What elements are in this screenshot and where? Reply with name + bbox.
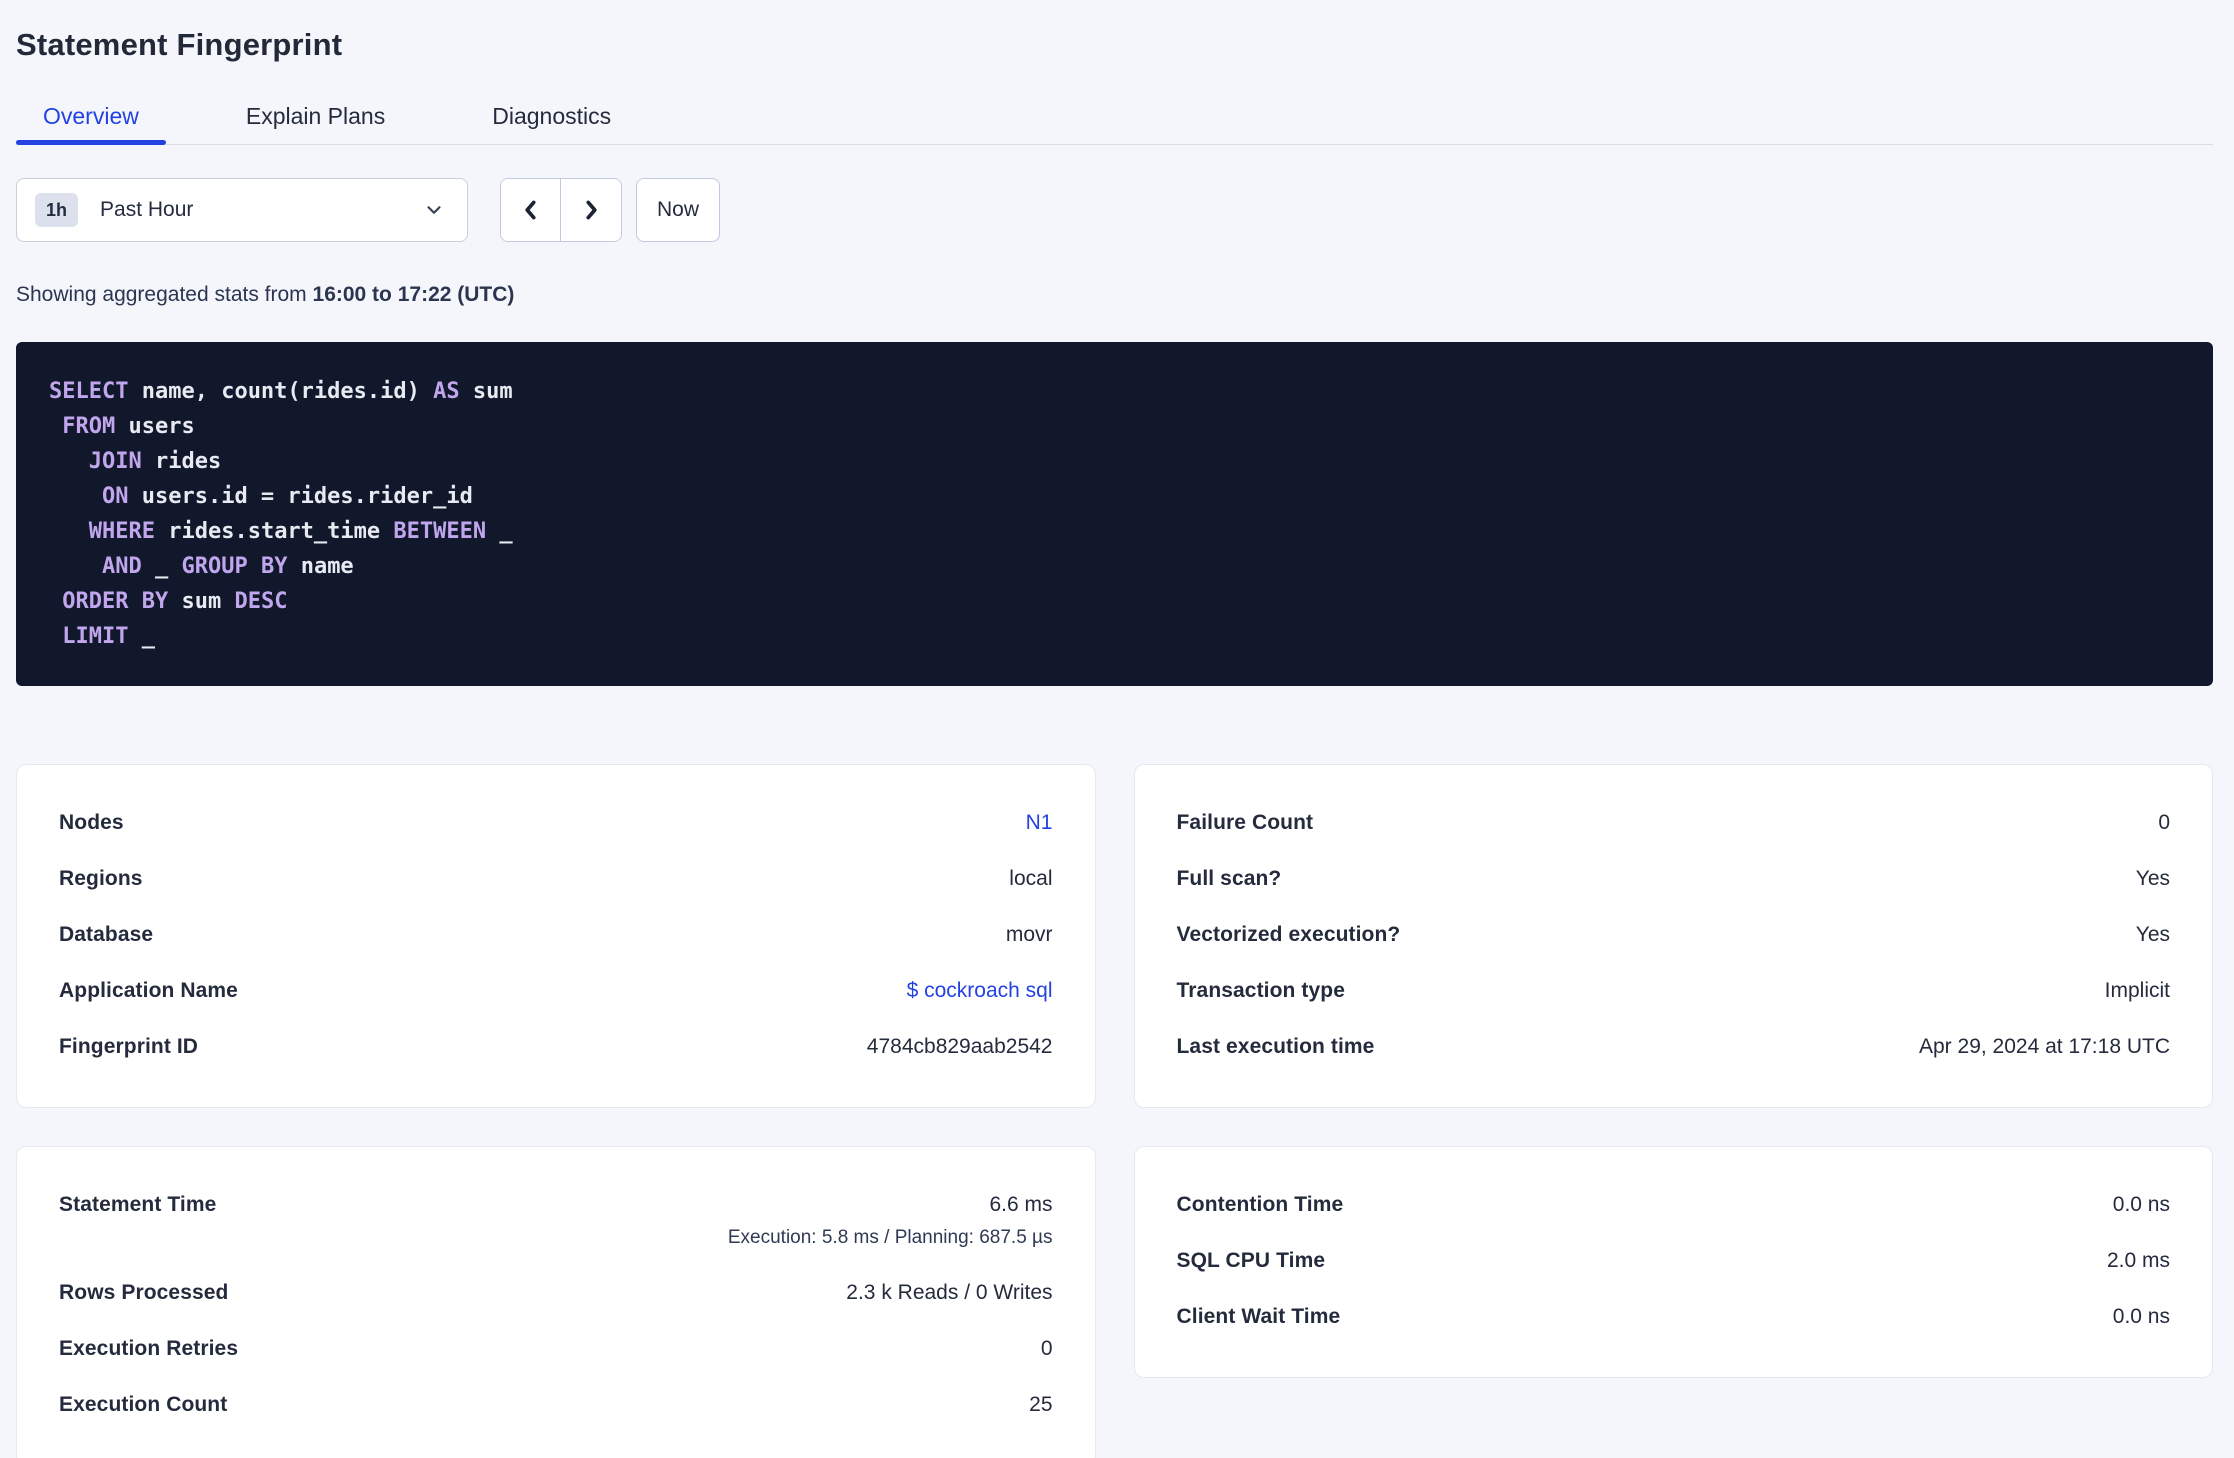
stat-row: Vectorized execution? Yes: [1177, 923, 2171, 947]
stat-value: 25: [1029, 1393, 1053, 1416]
tab-diagnostics[interactable]: Diagnostics: [465, 103, 638, 144]
stat-value: 4784cb829aab2542: [866, 1035, 1053, 1058]
tab-explain-plans-label: Explain Plans: [245, 103, 386, 129]
wait-time-card: Contention Time 0.0 ns SQL CPU Time 2.0 ms C…: [1133, 1146, 2213, 1378]
chevron-down-icon: [423, 199, 445, 221]
stat-value: 0.0 ns: [2112, 1193, 2170, 1216]
stats-cards: Nodes N1 Regions local Database movr Applicati…: [16, 764, 2213, 1458]
sql-line: AND _ GROUP BY name: [101, 554, 354, 579]
stat-label: Failure Count: [1176, 811, 1314, 834]
stat-label: Client Wait Time: [1176, 1305, 1341, 1328]
stat-value: 2.0 ms: [2106, 1249, 2170, 1272]
sql-line: ON users.id = rides.rider_id: [101, 484, 473, 509]
stat-row: Execution Retries 0: [59, 1337, 1053, 1361]
stat-row: Database movr: [59, 923, 1053, 947]
stat-value: 2.3 k Reads / 0 Writes: [846, 1281, 1053, 1304]
stat-value: Apr 29, 2024 at 17:18 UTC: [1919, 1035, 2170, 1058]
now-button[interactable]: Now: [636, 178, 720, 242]
stat-value: Yes: [2135, 867, 2170, 890]
tab-overview[interactable]: Overview: [16, 103, 166, 145]
prev-time-button[interactable]: [501, 179, 561, 241]
aggregated-stats-line: Showing aggregated stats from 16:00 to 1…: [16, 282, 2213, 308]
stat-value: movr: [1005, 923, 1053, 946]
stat-label: Execution Count: [59, 1393, 228, 1416]
stat-label: Statement Time: [59, 1193, 217, 1216]
execution-attributes-card: Failure Count 0 Full scan? Yes Vectorized ex…: [1133, 764, 2213, 1108]
tab-diagnostics-label: Diagnostics: [492, 103, 612, 129]
tab-explain-plans[interactable]: Explain Plans: [219, 103, 412, 144]
aggregated-stats-prefix: Showing aggregated stats from: [16, 283, 313, 306]
stat-label: Execution Retries: [59, 1337, 239, 1360]
stat-label: Vectorized execution?: [1176, 923, 1401, 946]
stat-label: Transaction type: [1176, 979, 1345, 1002]
tab-overview-label: Overview: [43, 103, 139, 129]
chevron-left-icon: [518, 197, 544, 223]
stat-row: SQL CPU Time 2.0 ms: [1177, 1249, 2171, 1273]
stat-row: Client Wait Time 0.0 ns: [1177, 1305, 2171, 1329]
stat-row: Contention Time 0.0 ns: [1177, 1193, 2171, 1217]
stat-subvalue: Execution: 5.8 ms / Planning: 687.5 µs: [727, 1227, 1053, 1248]
stat-row: Rows Processed 2.3 k Reads / 0 Writes: [59, 1281, 1053, 1305]
stat-value: 0.0 ns: [2112, 1305, 2170, 1328]
stat-value: 6.6 ms: [989, 1193, 1053, 1216]
time-range-dropdown[interactable]: 1h Past Hour: [16, 178, 468, 242]
sql-statement-box: SELECT name, count(rides.id) AS sum FROM…: [16, 342, 2213, 686]
stat-row: Failure Count 0: [1177, 811, 2171, 835]
stat-value: Implicit: [2104, 979, 2170, 1002]
stat-label: SQL CPU Time: [1176, 1249, 1326, 1272]
stat-label: Last execution time: [1176, 1035, 1375, 1058]
stat-label: Regions: [59, 867, 143, 890]
stat-row: Nodes N1: [59, 811, 1053, 835]
sql-line: WHERE rides.start_time BETWEEN _: [88, 519, 513, 544]
page-title: Statement Fingerprint: [16, 27, 343, 62]
stat-value: 0: [2158, 811, 2170, 834]
time-pager: [500, 178, 622, 242]
sql-line: ORDER BY sum DESC: [62, 589, 288, 614]
stat-row: Statement Time 6.6 ms Execution: 5.8 ms / …: [59, 1193, 1053, 1249]
stat-label: Database: [59, 923, 154, 946]
stat-row: Execution Count 25: [59, 1393, 1053, 1417]
stat-row: Last execution time Apr 29, 2024 at 17:18…: [1177, 1035, 2171, 1059]
stat-value: local: [1009, 867, 1053, 890]
sql-line: JOIN rides: [88, 449, 222, 474]
stat-label: Rows Processed: [59, 1281, 229, 1304]
stat-value-link[interactable]: $ cockroach sql: [907, 979, 1053, 1003]
time-range-badge: 1h: [35, 193, 79, 227]
chevron-right-icon: [578, 197, 604, 223]
stat-label: Nodes: [59, 811, 124, 834]
stat-row: Full scan? Yes: [1177, 867, 2171, 891]
sql-line: LIMIT _: [62, 624, 155, 649]
stat-value: Yes: [2135, 923, 2170, 946]
tab-bar: Overview Explain Plans Diagnostics: [16, 103, 2213, 145]
stat-value-link[interactable]: N1: [1026, 811, 1053, 835]
sql-line: SELECT name, count(rides.id) AS sum: [49, 379, 513, 404]
time-range-label: Past Hour: [100, 198, 194, 221]
statement-fingerprint-page: Statement Fingerprint Overview Explain P…: [0, 0, 2234, 1458]
aggregated-stats-range: 16:00 to 17:22 (UTC): [312, 283, 515, 306]
stat-row: Regions local: [59, 867, 1053, 891]
stat-label: Full scan?: [1176, 867, 1282, 890]
stat-value: 0: [1040, 1337, 1053, 1360]
timing-stats-card: Statement Time 6.6 ms Execution: 5.8 ms / …: [16, 1146, 1096, 1458]
statement-details-card: Nodes N1 Regions local Database movr Applicati…: [16, 764, 1096, 1108]
next-time-button[interactable]: [561, 179, 621, 241]
stat-row: Application Name $ cockroach sql: [59, 979, 1053, 1003]
stat-row: Fingerprint ID 4784cb829aab2542: [59, 1035, 1053, 1059]
sql-line: FROM users: [62, 414, 195, 439]
stat-row: Transaction type Implicit: [1177, 979, 2171, 1003]
time-controls: 1h Past Hour Now: [16, 178, 2213, 242]
stat-label: Contention Time: [1176, 1193, 1344, 1216]
stat-label: Fingerprint ID: [59, 1035, 199, 1058]
stat-label: Application Name: [59, 979, 238, 1002]
